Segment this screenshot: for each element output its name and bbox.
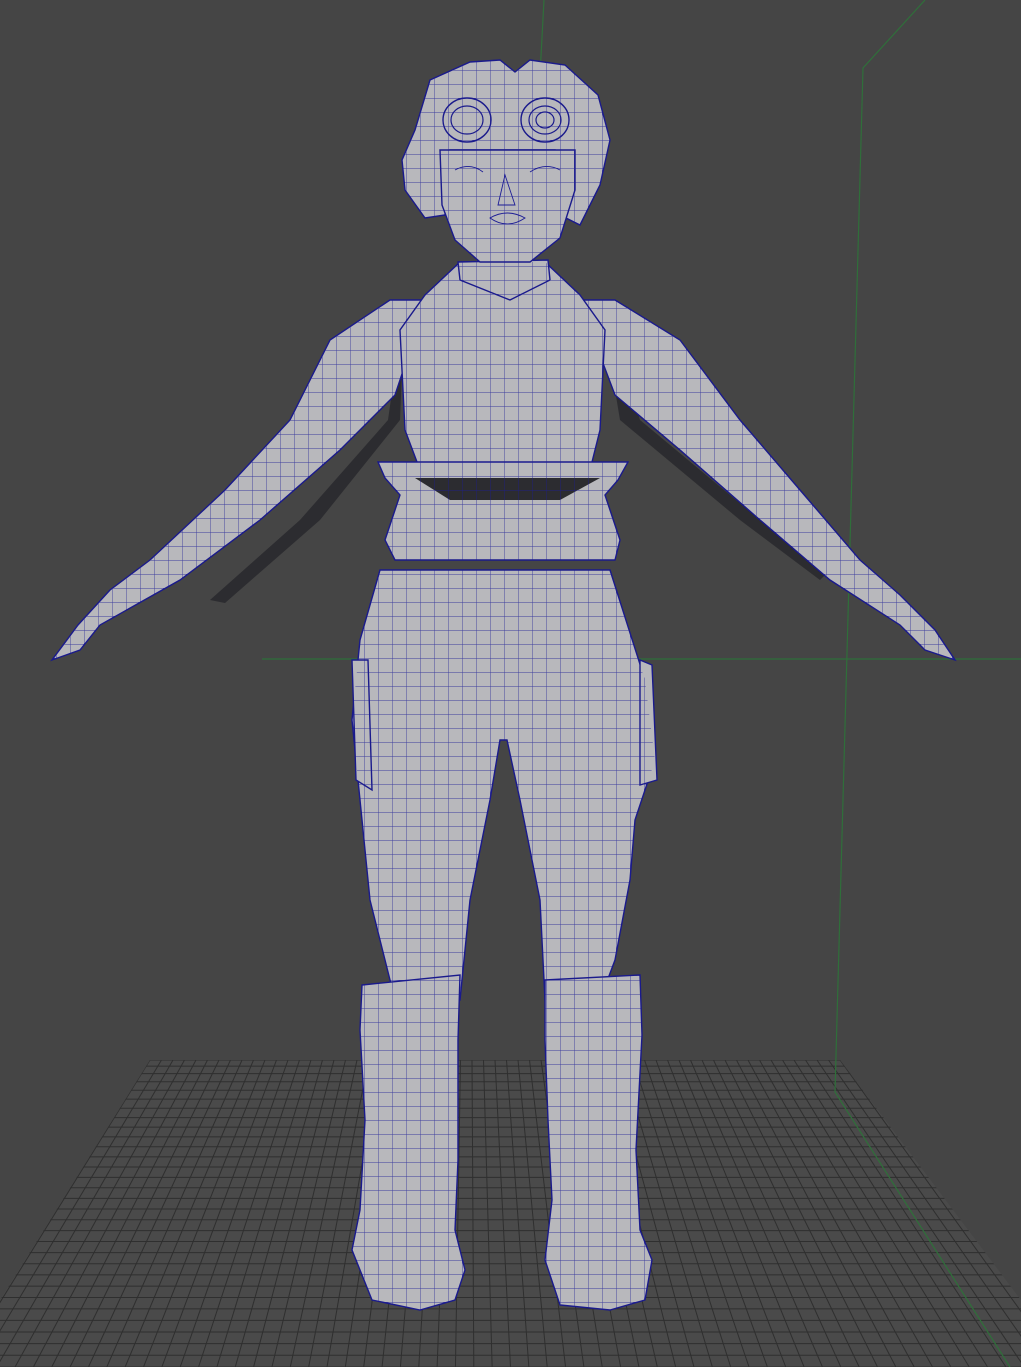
floor-grid: [0, 1060, 1021, 1367]
3d-viewport[interactable]: [0, 0, 1021, 1367]
viewport-canvas[interactable]: [0, 0, 1021, 1367]
